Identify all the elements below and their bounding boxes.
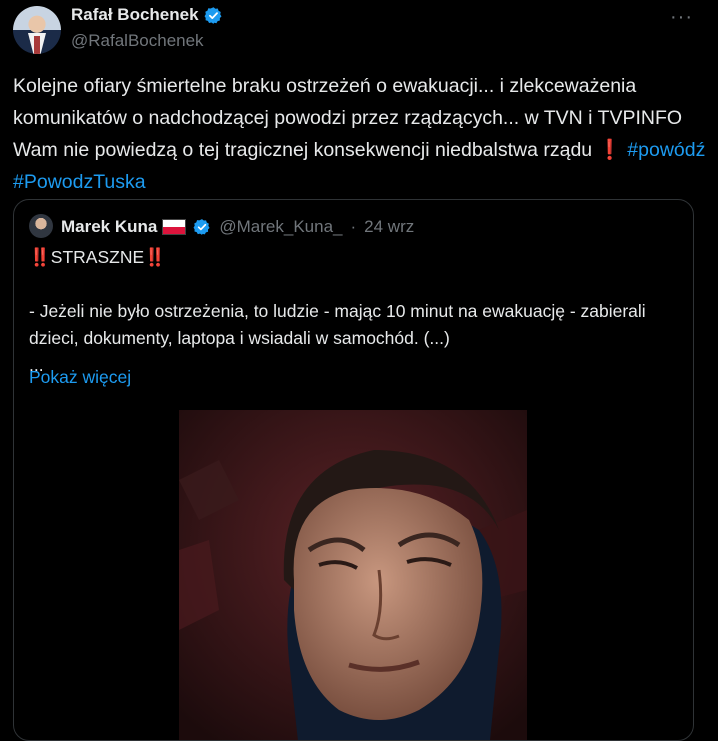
poland-flag-icon (162, 219, 187, 235)
hashtag-powodz[interactable]: #powódź (627, 139, 705, 161)
tweet-body: Kolejne ofiary śmiertelne braku ostrzeże… (13, 75, 683, 161)
quoted-blank-line (29, 271, 689, 298)
verified-badge-icon (193, 219, 210, 235)
author-name-row: Rafał Bochenek (71, 5, 223, 25)
show-more-link[interactable]: Pokaż więcej (29, 367, 131, 388)
double-exclamation-emoji: ‼️ (29, 247, 51, 267)
quoted-author-name: Marek Kuna (61, 217, 158, 236)
quoted-line-1: - Jeżeli nie było ostrzeżenia, to ludzie… (29, 301, 646, 321)
date-separator: · (350, 217, 357, 236)
quoted-video-thumbnail[interactable] (179, 410, 527, 740)
double-exclamation-emoji: ‼️ (144, 247, 166, 267)
quoted-date: 24 wrz (364, 217, 415, 236)
tweet[interactable]: Rafał Bochenek @RafalBochenek ··· Kolejn… (0, 0, 718, 741)
quoted-tweet[interactable]: Marek Kuna @Marek_Kuna_ · 24 wrz ‼️STRAS… (13, 199, 694, 741)
quoted-text: ‼️STRASZNE‼️ - Jeżeli nie było ostrzeżen… (29, 244, 689, 379)
exclamation-emoji: ❗ (597, 139, 622, 161)
quoted-author-avatar (29, 214, 53, 238)
author-avatar[interactable] (13, 6, 61, 54)
quoted-line-2: dzieci, dokumenty, laptopa i wsiadali w … (29, 328, 450, 348)
quoted-headline-text: STRASZNE (50, 247, 145, 267)
hashtag-powodztuska[interactable]: #PowodzTuska (13, 171, 146, 193)
verified-badge-icon (204, 6, 222, 24)
quoted-author-row: Marek Kuna @Marek_Kuna_ · 24 wrz (61, 217, 414, 237)
quoted-author-handle: @Marek_Kuna_ (219, 217, 343, 236)
author-handle[interactable]: @RafalBochenek (71, 31, 204, 51)
quoted-headline: ‼️STRASZNE‼️ (29, 244, 689, 271)
author-name[interactable]: Rafał Bochenek (71, 5, 199, 25)
tweet-text: Kolejne ofiary śmiertelne braku ostrzeże… (13, 70, 713, 198)
video-frame-image (179, 410, 527, 740)
more-options-icon[interactable]: ··· (670, 6, 693, 29)
